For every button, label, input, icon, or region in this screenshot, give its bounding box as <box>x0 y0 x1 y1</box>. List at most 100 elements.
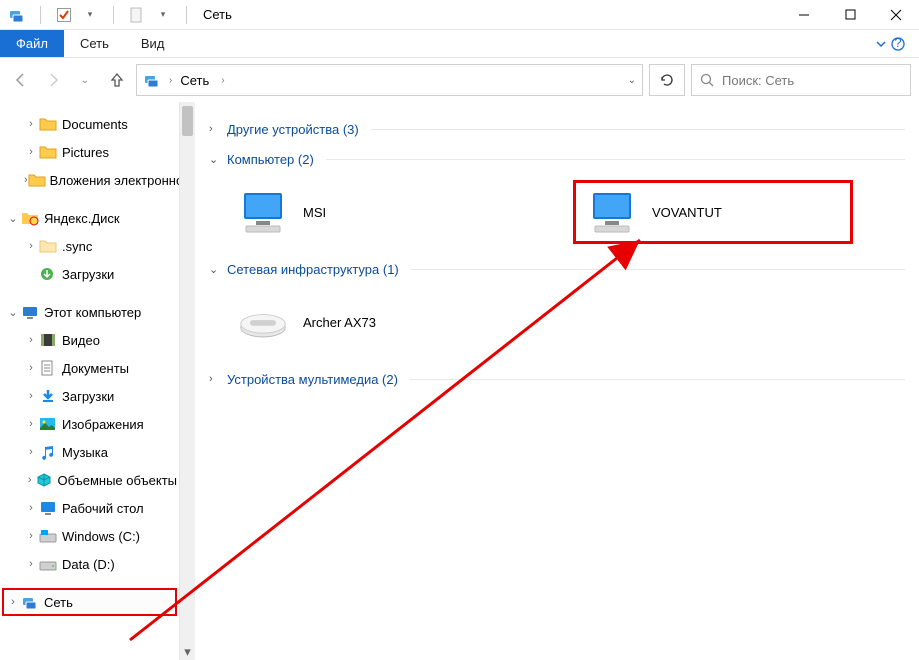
tree-item-label: Загрузки <box>62 267 114 282</box>
properties-icon[interactable] <box>55 6 73 24</box>
group-title: Сетевая инфраструктура (1) <box>227 262 399 277</box>
video-icon <box>38 332 58 348</box>
tree-item-изображения[interactable]: › Изображения <box>2 410 195 438</box>
back-button[interactable] <box>12 71 30 89</box>
download-blue-icon <box>38 388 58 404</box>
content-area: › Другие устройства (3) ⌄ Компьютер (2) MSI V… <box>195 102 919 660</box>
chevron-right-icon[interactable]: › <box>209 123 221 135</box>
breadcrumb-item[interactable]: Сеть› <box>180 73 224 88</box>
twisty-icon[interactable]: › <box>24 118 38 130</box>
tab-network[interactable]: Сеть <box>64 30 125 57</box>
chevron-down-icon[interactable]: ⌄ <box>209 263 221 276</box>
tree-item-label: Загрузки <box>62 389 114 404</box>
forward-button[interactable] <box>44 71 62 89</box>
tree-item-яндекс-диск[interactable]: ⌄ Яндекс.Диск <box>2 204 195 232</box>
group-header[interactable]: ⌄ Компьютер (2) <box>209 146 905 172</box>
tree-item-data-d-[interactable]: › Data (D:) <box>2 550 195 578</box>
device-item[interactable]: VOVANTUT <box>573 180 853 244</box>
group-header[interactable]: › Другие устройства (3) <box>209 116 905 142</box>
desktop-icon <box>38 500 58 516</box>
tree-item-видео[interactable]: › Видео <box>2 326 195 354</box>
group-header[interactable]: ⌄ Сетевая инфраструктура (1) <box>209 256 905 282</box>
dropdown-icon[interactable]: ▾ <box>154 6 172 24</box>
tree-item-рабочий-стол[interactable]: ›Рабочий стол <box>2 494 195 522</box>
tab-file[interactable]: Файл <box>0 30 64 57</box>
tree-item-загрузки[interactable]: › Загрузки <box>2 382 195 410</box>
tree-item-документы[interactable]: › Документы <box>2 354 195 382</box>
group-title: Устройства мультимедиа (2) <box>227 372 398 387</box>
group-title: Компьютер (2) <box>227 152 314 167</box>
images-icon <box>38 416 58 432</box>
twisty-icon[interactable]: › <box>6 596 20 608</box>
twisty-icon[interactable]: › <box>24 390 38 402</box>
tree-item-label: Изображения <box>62 417 144 432</box>
qat-dropdown-icon[interactable]: ▾ <box>81 6 99 24</box>
tree-item-label: Объемные объекты <box>57 473 177 488</box>
chevron-down-icon[interactable]: ⌄ <box>209 153 221 166</box>
chevron-down-icon <box>875 38 887 50</box>
chevron-right-icon[interactable]: › <box>209 373 221 385</box>
twisty-icon[interactable]: › <box>24 530 38 542</box>
up-button[interactable] <box>108 71 126 89</box>
tree: › Documents ›Pictures›Вложения электронной… <box>0 102 195 624</box>
tree-item-вложения-электронной-почты[interactable]: ›Вложения электронной почты <box>2 166 195 194</box>
device-item[interactable]: Archer AX73 <box>233 290 513 354</box>
tree-item-windows-c-[interactable]: ›Windows (C:) <box>2 522 195 550</box>
scrollbar[interactable]: ▴ ▾ <box>179 102 195 660</box>
tree-item-загрузки[interactable]: ›Загрузки <box>2 260 195 288</box>
group-title: Другие устройства (3) <box>227 122 359 137</box>
document-icon <box>128 6 146 24</box>
tree-item-documents[interactable]: › Documents <box>2 110 195 138</box>
tree-item-pictures[interactable]: ›Pictures <box>2 138 195 166</box>
chevron-right-icon[interactable]: › <box>169 75 172 86</box>
twisty-icon[interactable]: › <box>24 334 38 346</box>
network-icon <box>143 72 161 88</box>
tree-item--sync[interactable]: ›.sync <box>2 232 195 260</box>
tree-item-сеть[interactable]: ›Сеть <box>2 588 177 616</box>
tree-item-label: Data (D:) <box>62 557 115 572</box>
address-bar[interactable]: › Сеть› ⌄ <box>136 64 643 96</box>
device-item[interactable]: MSI <box>233 180 513 244</box>
twisty-icon[interactable]: › <box>24 558 38 570</box>
close-button[interactable] <box>873 0 919 30</box>
refresh-button[interactable] <box>649 64 685 96</box>
address-row: ⌄ › Сеть› ⌄ Поиск: Сеть <box>0 58 919 102</box>
tree-item-label: Documents <box>62 117 128 132</box>
group-header[interactable]: › Устройства мультимедиа (2) <box>209 366 905 392</box>
yadisk-icon <box>20 210 40 226</box>
search-icon <box>700 73 714 87</box>
drive-win-icon <box>38 528 58 544</box>
tree-item-label: Яндекс.Диск <box>44 211 120 226</box>
tab-view[interactable]: Вид <box>125 30 181 57</box>
twisty-icon[interactable]: › <box>24 502 38 514</box>
folder-icon <box>38 116 58 132</box>
twisty-icon[interactable]: › <box>24 362 38 374</box>
tree-item-label: Видео <box>62 333 100 348</box>
recent-dropdown[interactable]: ⌄ <box>76 71 94 89</box>
tree-item-музыка[interactable]: ›Музыка <box>2 438 195 466</box>
twisty-icon[interactable]: › <box>24 240 38 252</box>
network-icon <box>20 594 40 610</box>
address-dropdown[interactable]: ⌄ <box>628 75 636 86</box>
twisty-icon[interactable]: ⌄ <box>6 306 20 319</box>
search-input[interactable]: Поиск: Сеть <box>691 64 911 96</box>
tree-item-label: Документы <box>62 361 129 376</box>
twisty-icon[interactable]: › <box>24 474 35 486</box>
tree-item-объемные-объекты[interactable]: › Объемные объекты <box>2 466 195 494</box>
twisty-icon[interactable]: ⌄ <box>6 212 20 225</box>
ribbon-expand[interactable]: ? <box>875 30 919 57</box>
separator <box>326 159 905 160</box>
help-icon[interactable]: ? <box>891 37 905 51</box>
twisty-icon[interactable]: › <box>24 446 38 458</box>
device-label: MSI <box>303 205 326 220</box>
window-title: Сеть <box>203 7 232 22</box>
scroll-thumb[interactable] <box>182 106 193 136</box>
twisty-icon[interactable]: › <box>24 146 38 158</box>
twisty-icon[interactable]: › <box>24 418 38 430</box>
minimize-button[interactable] <box>781 0 827 30</box>
folder-icon <box>28 172 46 188</box>
tree-item-этот-компьютер[interactable]: ⌄Этот компьютер <box>2 298 195 326</box>
separator <box>410 379 905 380</box>
maximize-button[interactable] <box>827 0 873 30</box>
scroll-down-icon[interactable]: ▾ <box>180 644 195 660</box>
